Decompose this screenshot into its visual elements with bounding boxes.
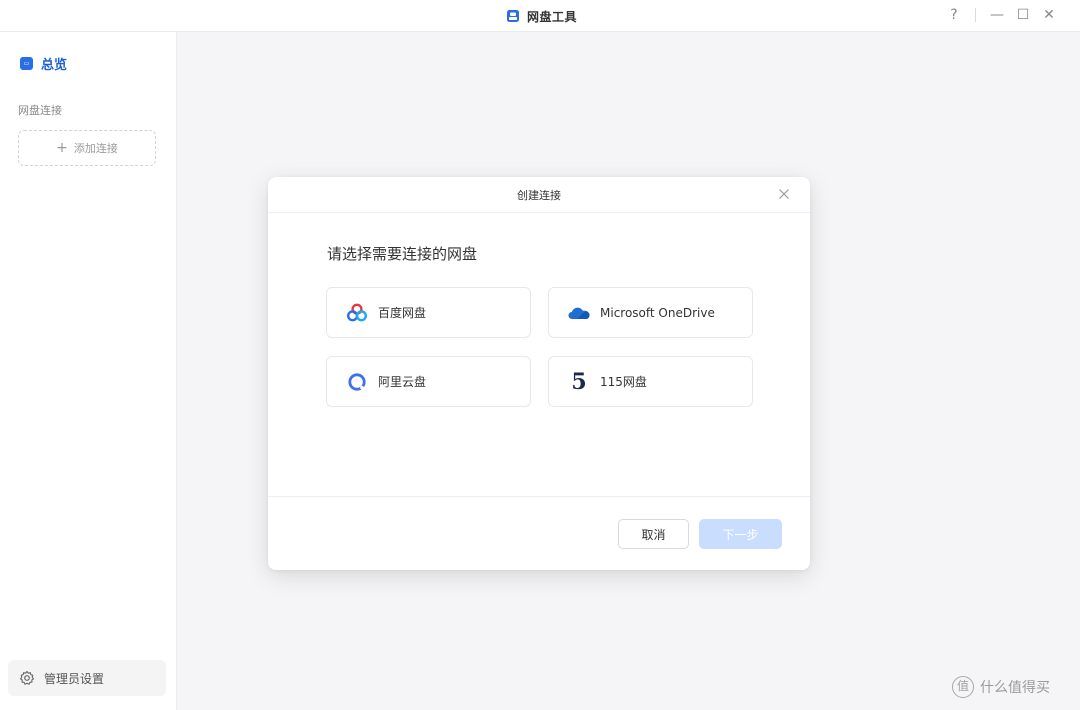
app-window: 网盘工具 ? — ☐ ✕ ▭ 总览 网盘连接 + 添加连接 管理员设置 创建连接… [0, 0, 1080, 710]
cancel-button[interactable]: 取消 [618, 519, 689, 549]
provider-name: 阿里云盘 [378, 375, 427, 389]
netdisk-app-icon [507, 10, 519, 22]
add-connection-label: 添加连接 [73, 142, 118, 155]
watermark-text: 什么值得买 [980, 680, 1050, 696]
window-title: 网盘工具 [527, 9, 578, 24]
watermark: 值 什么值得买 [952, 676, 1050, 698]
next-step-button[interactable]: 下一步 [699, 519, 782, 549]
provider-option-115[interactable]: 5 115网盘 [548, 356, 753, 407]
add-connection-button[interactable]: + 添加连接 [18, 130, 156, 166]
provider-name: 115网盘 [600, 375, 647, 389]
provider-option-onedrive[interactable]: Microsoft OneDrive [548, 287, 753, 338]
dialog-close-icon[interactable] [776, 186, 792, 202]
admin-settings-label: 管理员设置 [44, 671, 105, 686]
help-button[interactable]: ? [941, 4, 967, 26]
dialog-footer-divider [268, 496, 810, 497]
provider-name: 百度网盘 [378, 306, 427, 320]
dialog-title: 创建连接 [517, 189, 561, 202]
controls-divider [975, 8, 976, 22]
select-provider-prompt: 请选择需要连接的网盘 [327, 245, 478, 263]
115-netdisk-icon: 5 [567, 370, 591, 394]
smzdm-logo-icon: 值 [952, 676, 974, 698]
maximize-button[interactable]: ☐ [1010, 4, 1036, 26]
overview-icon: ▭ [20, 57, 33, 70]
sidebar-item-overview-label: 总览 [41, 58, 68, 73]
provider-name: Microsoft OneDrive [600, 305, 715, 320]
sidebar: ▭ 总览 网盘连接 + 添加连接 管理员设置 [0, 32, 177, 710]
baidu-netdisk-icon [345, 301, 369, 325]
provider-option-baidu[interactable]: 百度网盘 [326, 287, 531, 338]
close-window-button[interactable]: ✕ [1036, 4, 1062, 26]
dialog-header: 创建连接 [268, 177, 810, 213]
plus-icon: + [56, 140, 68, 156]
minimize-button[interactable]: — [984, 4, 1010, 26]
create-connection-dialog: 创建连接 请选择需要连接的网盘 百度网盘 Microsoft OneDrive … [268, 177, 810, 570]
115-glyph: 5 [571, 368, 587, 395]
aliyun-drive-icon [345, 370, 369, 394]
window-title-group: 网盘工具 [506, 6, 577, 26]
provider-option-aliyun[interactable]: 阿里云盘 [326, 356, 531, 407]
window-controls: ? — ☐ ✕ [941, 4, 1062, 26]
sidebar-item-overview[interactable]: ▭ 总览 [20, 54, 67, 73]
gear-icon [19, 670, 35, 685]
title-bar: 网盘工具 ? — ☐ ✕ [0, 0, 1080, 32]
admin-settings-button[interactable]: 管理员设置 [8, 660, 166, 696]
onedrive-icon [567, 301, 591, 325]
netdisk-connections-section-label: 网盘连接 [18, 104, 62, 117]
